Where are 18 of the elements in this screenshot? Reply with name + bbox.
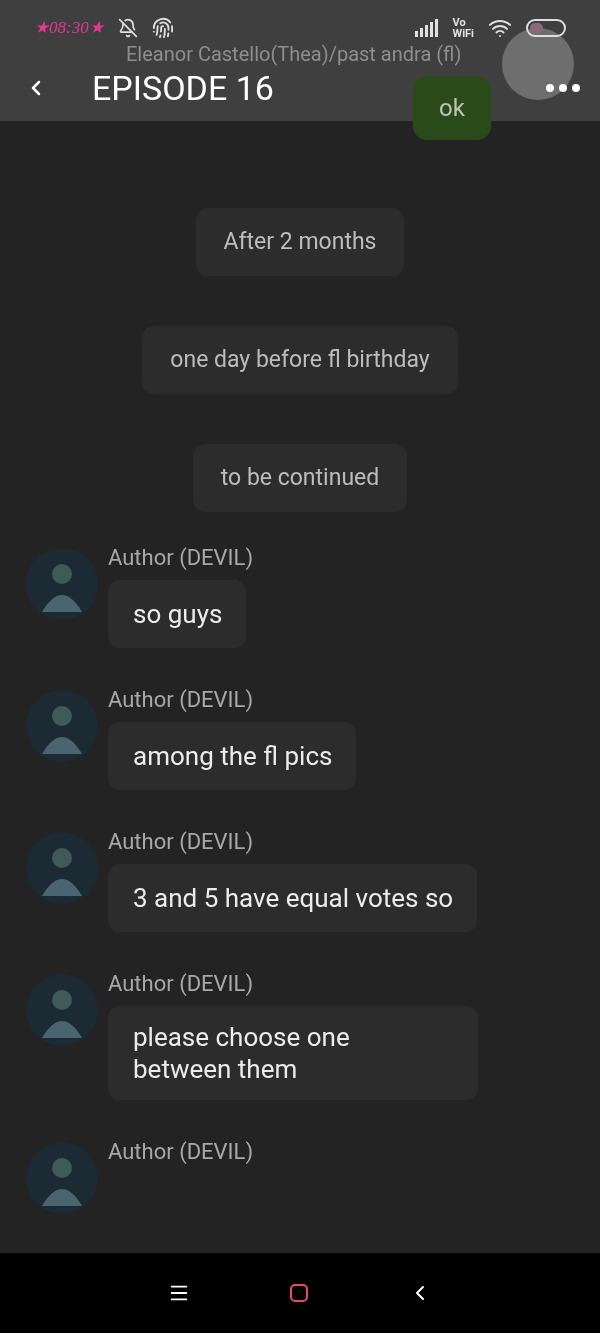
sender-name: Author (DEVIL) — [108, 830, 254, 854]
clock-text: ★08:30★ — [34, 16, 104, 39]
message-bubble: 3 and 5 have equal votes so — [108, 864, 478, 932]
vowifi-label: Vo — [452, 16, 467, 28]
sender-name: Eleanor Castello(Thea)/past andra (fl) — [126, 44, 462, 64]
message-bubble: so guys — [108, 580, 247, 648]
narration-bubble: one day before fl birthday — [142, 326, 458, 394]
vowifi-label: WiFi — [452, 27, 474, 39]
page-title: EPISODE 16 — [92, 70, 274, 106]
sender-name: Author (DEVIL) — [108, 546, 254, 570]
message-bubble: among the fl pics — [108, 722, 357, 790]
narration-bubble: After 2 months — [195, 208, 405, 276]
sender-name: Author (DEVIL) — [108, 688, 254, 712]
message-bubble: please choose one between them — [108, 1006, 478, 1100]
message-bubble: ok — [413, 76, 491, 140]
sender-name: Author (DEVIL) — [108, 1140, 254, 1164]
sender-name: Author (DEVIL) — [108, 972, 254, 996]
narration-bubble: to be continued — [192, 444, 408, 512]
